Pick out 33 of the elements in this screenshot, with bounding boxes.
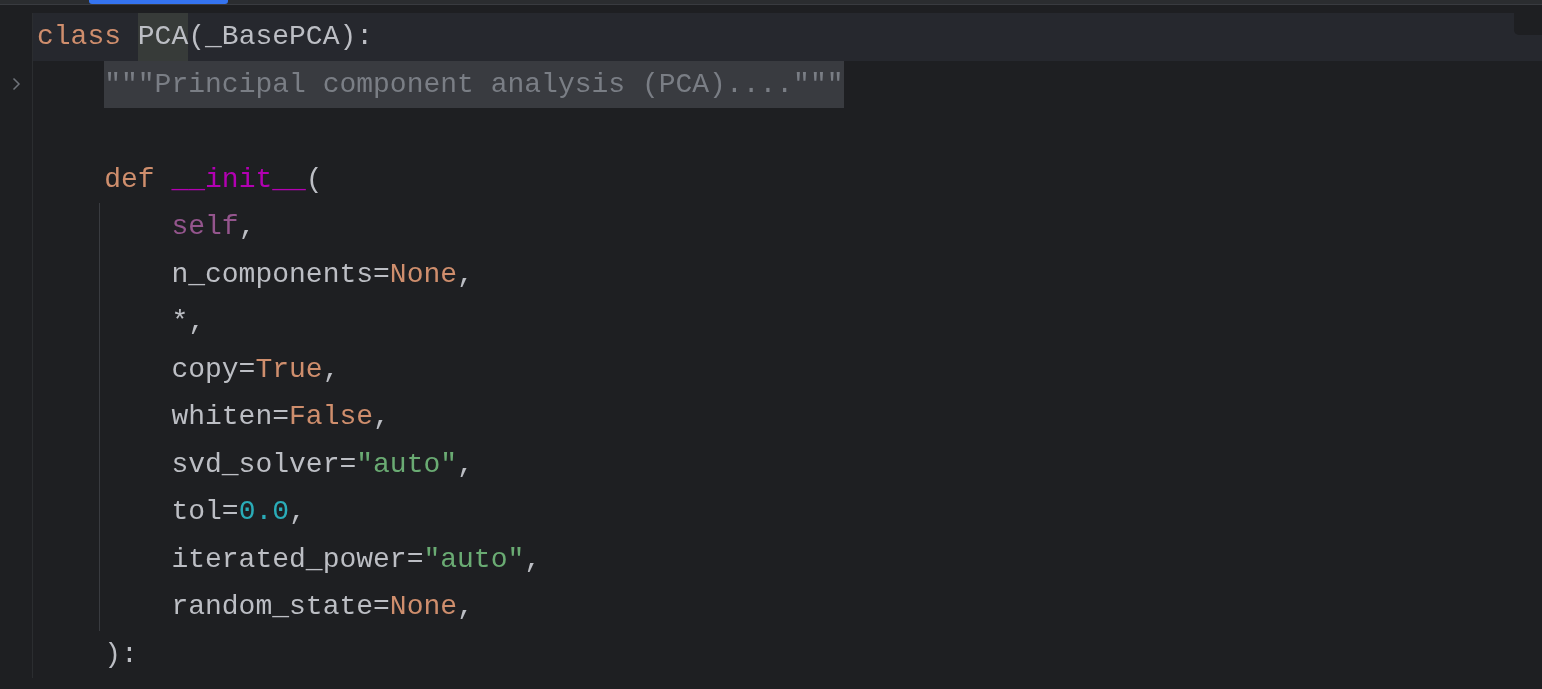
code-token: self [171, 210, 239, 245]
code-token: , [238, 210, 256, 245]
code-token: ( [305, 162, 323, 197]
code-token: None [389, 590, 458, 625]
code-token: , [524, 542, 542, 577]
fold-chevron-icon[interactable] [11, 77, 21, 92]
code-token: "auto" [356, 447, 458, 482]
code-token: , [457, 447, 474, 482]
code-token: , [373, 400, 390, 435]
code-token: def [104, 162, 155, 197]
code-token: iterated_power= [171, 542, 424, 577]
code-token: ): [104, 637, 138, 672]
code-token: , [289, 495, 306, 530]
code-token: *, [171, 305, 205, 340]
code-token: False [289, 400, 374, 435]
code-token: 0.0 [238, 495, 290, 530]
code-token: , [322, 352, 340, 387]
code-token: PCA [137, 13, 189, 61]
code-token: tol= [171, 495, 239, 530]
code-token: svd_solver= [171, 447, 357, 482]
folded-docstring[interactable]: """Principal component analysis (PCA)....""" [104, 60, 844, 108]
code-token: __init__ [171, 162, 306, 197]
code-token: whiten= [171, 400, 290, 435]
code-token: , [457, 590, 474, 625]
code-token: copy= [171, 352, 256, 387]
code-token: random_state= [171, 590, 390, 625]
code-token: "auto" [423, 542, 525, 577]
code-token: n_components= [171, 257, 390, 292]
code-token: (_BasePCA): [188, 20, 374, 55]
code-token: , [457, 257, 474, 292]
code-token: None [389, 257, 458, 292]
code-token: True [255, 352, 323, 387]
code-token: class [37, 20, 121, 55]
